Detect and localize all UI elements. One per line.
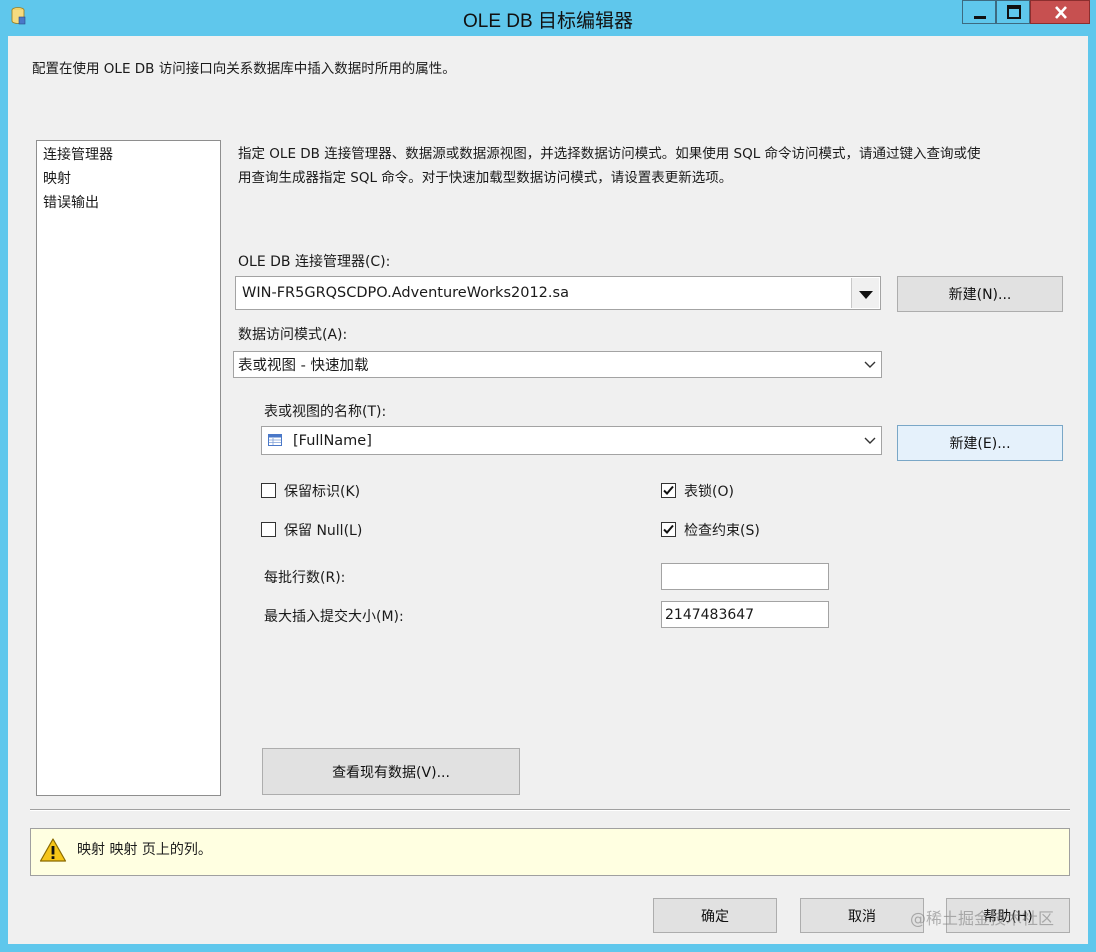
check-constraints-label: 检查约束(S) <box>684 523 760 539</box>
minimize-button[interactable] <box>962 0 996 24</box>
keep-identity-label: 保留标识(K) <box>284 484 361 500</box>
table-name-value: [FullName] <box>293 432 372 449</box>
max-commit-size-label: 最大插入提交大小(M): <box>264 609 404 625</box>
nav-item-connection-manager[interactable]: 连接管理器 <box>37 143 220 167</box>
close-button[interactable] <box>1030 0 1090 24</box>
new-table-button[interactable]: 新建(E)... <box>897 425 1063 461</box>
instructions-line-1: 指定 OLE DB 连接管理器、数据源或数据源视图，并选择数据访问模式。如果使用… <box>238 146 981 162</box>
rows-per-batch-input[interactable] <box>661 563 829 590</box>
ok-button[interactable]: 确定 <box>653 898 777 933</box>
dialog-window: OLE DB 目标编辑器 配置在使用 OLE DB 访问接口向关系数据库中插入数… <box>0 0 1096 952</box>
nav-item-error-output[interactable]: 错误输出 <box>37 191 220 215</box>
cancel-button[interactable]: 取消 <box>800 898 924 933</box>
keep-identity-checkbox[interactable] <box>261 483 276 498</box>
rows-per-batch-label: 每批行数(R): <box>264 570 346 586</box>
access-mode-combo[interactable]: 表或视图 - 快速加载 <box>233 351 882 378</box>
keep-nulls-label: 保留 Null(L) <box>284 523 363 539</box>
nav-item-mappings[interactable]: 映射 <box>37 167 220 191</box>
view-existing-data-button[interactable]: 查看现有数据(V)... <box>262 748 520 795</box>
triangle-down-icon <box>859 291 873 299</box>
connection-dropdown-button[interactable] <box>851 278 879 308</box>
window-title: OLE DB 目标编辑器 <box>463 11 633 32</box>
table-icon <box>268 434 282 446</box>
minimize-icon <box>974 16 986 19</box>
chevron-down-icon <box>864 361 876 368</box>
chevron-down-icon <box>864 437 876 444</box>
checkmark-icon <box>663 524 674 534</box>
table-lock-checkbox[interactable] <box>661 483 676 498</box>
nav-list: 连接管理器 映射 错误输出 <box>36 140 221 796</box>
new-connection-button[interactable]: 新建(N)... <box>897 276 1063 312</box>
table-lock-label: 表锁(O) <box>684 484 734 500</box>
maximize-icon <box>1007 5 1021 19</box>
maximize-button[interactable] <box>996 0 1030 24</box>
separator <box>30 809 1070 811</box>
dialog-description: 配置在使用 OLE DB 访问接口向关系数据库中插入数据时所用的属性。 <box>32 61 456 77</box>
access-mode-value: 表或视图 - 快速加载 <box>238 358 369 374</box>
table-name-label: 表或视图的名称(T): <box>264 404 387 420</box>
connection-manager-label: OLE DB 连接管理器(C): <box>238 254 391 270</box>
max-commit-size-input[interactable]: 2147483647 <box>661 601 829 628</box>
connection-manager-combo[interactable]: WIN-FR5GRQSCDPO.AdventureWorks2012.sa <box>235 276 881 310</box>
checkmark-icon <box>663 485 674 495</box>
message-text: 映射 映射 页上的列。 <box>77 842 212 858</box>
check-constraints-checkbox[interactable] <box>661 522 676 537</box>
instructions: 指定 OLE DB 连接管理器、数据源或数据源视图，并选择数据访问模式。如果使用… <box>238 142 1068 190</box>
title-bar[interactable]: OLE DB 目标编辑器 <box>0 0 1096 36</box>
watermark: @稀土掘金技术社区 <box>910 909 1055 928</box>
close-icon <box>1055 6 1067 19</box>
warning-icon <box>39 838 67 862</box>
access-mode-label: 数据访问模式(A): <box>238 327 348 343</box>
table-name-combo[interactable]: [FullName] <box>261 426 882 455</box>
keep-nulls-checkbox[interactable] <box>261 522 276 537</box>
connection-manager-value: WIN-FR5GRQSCDPO.AdventureWorks2012.sa <box>242 285 569 301</box>
instructions-line-2: 用查询生成器指定 SQL 命令。对于快速加载型数据访问模式，请设置表更新选项。 <box>238 170 733 186</box>
message-bar: 映射 映射 页上的列。 <box>30 828 1070 876</box>
